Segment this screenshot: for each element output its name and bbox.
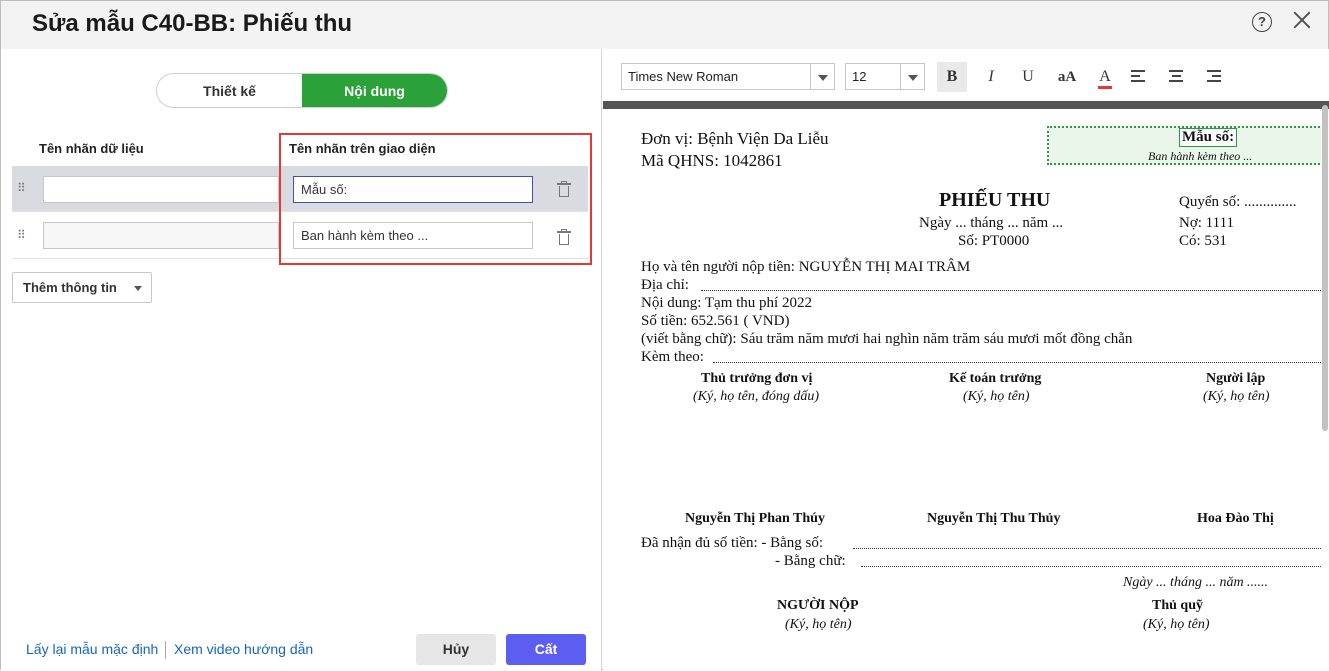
font-size-value: 12 [852,69,867,84]
drag-handle-icon[interactable]: ⠿ [17,228,27,242]
close-icon[interactable] [1291,9,1313,31]
italic-icon[interactable]: I [976,62,1006,92]
sig2-note: (Ký, họ tên) [963,389,1030,404]
sig2-name: Nguyễn Thị Thu Thủy [927,511,1061,526]
doc-by-words: - Bằng chữ: [775,553,846,569]
doc-payer: Họ và tên người nộp tiền: NGUYỄN THỊ MAI… [641,259,971,275]
chevron-down-icon[interactable] [900,64,924,89]
cashier-note: (Ký, họ tên) [1143,617,1210,632]
tab-content[interactable]: Nội dung [302,74,447,107]
doc-date2: Ngày ... tháng ... năm ...... [1123,575,1269,590]
doc-title: PHIẾU THU [939,189,1051,211]
data-label-input[interactable] [43,176,279,203]
help-icon[interactable]: ? [1252,12,1272,32]
bold-icon[interactable]: B [937,62,967,92]
tab-design[interactable]: Thiết kế [157,74,302,107]
doc-amount: Số tiền: 652.561 ( VND) [641,313,790,329]
doc-qhns: Mã QHNS: 1042861 [641,151,783,170]
preview-panel: Times New Roman 12 B I U aA A Đơn vị: Bệ… [603,49,1329,671]
underline-icon[interactable]: U [1013,62,1043,92]
reset-default-link[interactable]: Lấy lại mẫu mặc định [26,641,158,657]
dotted-line [713,362,1321,363]
cashier-title: Thủ quỹ [1152,598,1203,613]
highlight-box [279,133,592,265]
doc-address: Địa chỉ: [641,277,689,293]
add-info-label: Thêm thông tin [23,280,117,295]
dialog-title: Sửa mẫu C40-BB: Phiếu thu [32,10,353,37]
payer-title: NGƯỜI NỘP [777,598,859,613]
doc-date: Ngày ... tháng ... năm ... [919,215,1064,231]
chevron-down-icon [134,286,142,291]
align-left-icon[interactable] [1131,70,1145,85]
doc-quyen-so: Quyển số: .............. [1179,194,1297,210]
sig1-name: Nguyễn Thị Phan Thúy [685,511,825,526]
doc-content: Nội dung: Tạm thu phí 2022 [641,295,812,311]
font-case-icon[interactable]: aA [1052,62,1082,92]
font-color-icon[interactable]: A [1090,62,1120,92]
video-guide-link[interactable]: Xem video hướng dẫn [174,641,313,657]
dotted-line [853,548,1321,549]
doc-attach: Kèm theo: [641,349,704,365]
sig1-note: (Ký, họ tên, đóng dấu) [693,389,819,404]
font-family-select[interactable]: Times New Roman [621,63,835,90]
column-header-data-label: Tên nhãn dữ liệu [39,141,144,156]
doc-received: Đã nhận đủ số tiền: - Bằng số: [641,535,824,551]
payer-note: (Ký, họ tên) [785,617,852,632]
cancel-button[interactable]: Hủy [416,634,496,665]
chevron-down-icon[interactable] [810,64,834,89]
doc-unit: Đơn vị: Bệnh Viện Da Liễu [641,129,829,148]
font-family-value: Times New Roman [628,69,739,84]
sig3-name: Hoa Đào Thị [1197,511,1274,526]
drag-handle-icon[interactable]: ⠿ [17,181,27,195]
divider [165,641,166,659]
sig3-note: (Ký, họ tên) [1203,389,1270,404]
doc-words: (viết bằng chữ): Sáu trăm năm mươi hai n… [641,331,1133,347]
scrollbar[interactable] [1322,105,1328,431]
sig2-title: Kế toán trưởng [949,371,1042,386]
edit-template-dialog: Sửa mẫu C40-BB: Phiếu thu ? Thiết kế Nội… [0,0,1329,671]
font-color-letter: A [1098,68,1112,89]
sig1-title: Thủ trưởng đơn vị [701,371,813,386]
doc-ban-hanh: Ban hành kèm theo ... [1148,149,1253,163]
mode-toggle: Thiết kế Nội dung [156,73,448,108]
document-top-bar [603,101,1329,109]
dotted-line [701,290,1321,291]
align-right-icon[interactable] [1207,70,1221,85]
dotted-line [861,566,1321,567]
doc-no: Nợ: 1111 [1179,215,1235,231]
font-size-select[interactable]: 12 [845,63,925,90]
align-center-icon[interactable] [1169,70,1183,85]
sig3-title: Người lập [1206,371,1266,386]
receipt-document: Đơn vị: Bệnh Viện Da Liễu Mã QHNS: 10428… [603,109,1321,671]
left-panel: Thiết kế Nội dung Tên nhãn dữ liệu Tên n… [1,49,602,671]
save-button[interactable]: Cất [506,634,586,665]
data-label-input[interactable] [43,222,279,249]
add-info-button[interactable]: Thêm thông tin [12,272,152,303]
doc-mau-so[interactable]: Mẫu số: [1179,128,1238,147]
doc-so: Số: PT0000 [958,233,1030,249]
doc-co: Có: 531 [1179,233,1227,249]
dialog-header: Sửa mẫu C40-BB: Phiếu thu ? [1,1,1328,49]
